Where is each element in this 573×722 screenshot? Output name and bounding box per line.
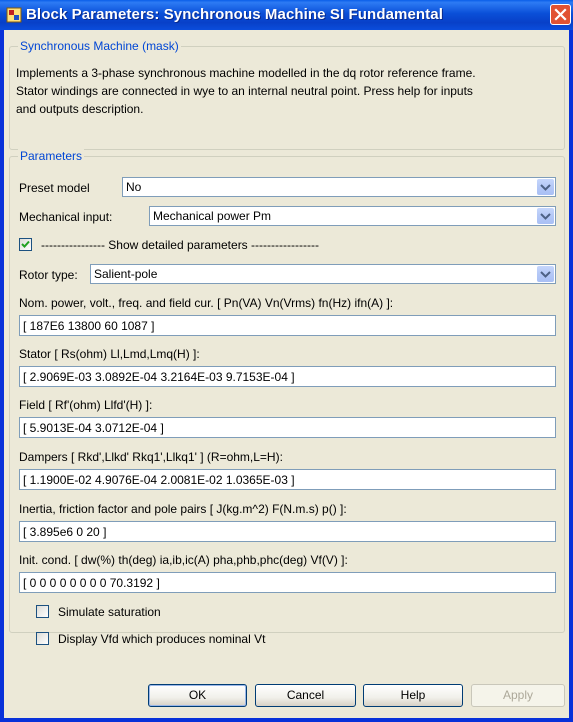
dampers-label: Dampers [ Rkd',Llkd' Rkq1',Llkq1' ] (R=o… [19,450,283,464]
nominal-params-field[interactable]: [ 187E6 13800 60 1087 ] [19,315,556,336]
checkmark-icon [21,240,30,248]
show-detailed-parameters-label: ---------------- Show detailed parameter… [41,238,319,252]
simulate-saturation-checkbox[interactable] [36,605,49,618]
inertia-value: [ 3.895e6 0 20 ] [23,525,107,539]
chevron-down-icon [540,271,551,278]
help-button[interactable]: Help [363,684,463,707]
dropdown-button[interactable] [537,179,554,195]
title-bar[interactable]: Block Parameters: Synchronous Machine SI… [0,0,573,30]
mask-description-line-3: and outputs description. [16,102,144,116]
dialog-client-area: Synchronous Machine (mask) Implements a … [4,30,569,718]
cancel-button[interactable]: Cancel [255,684,356,707]
close-button[interactable] [550,4,571,25]
stator-label: Stator [ Rs(ohm) Ll,Lmd,Lmq(H) ]: [19,347,200,361]
simulink-block-icon [6,7,22,23]
field-winding-value: [ 5.9013E-04 3.0712E-04 ] [23,421,164,435]
close-icon [554,8,567,21]
display-vfd-checkbox[interactable] [36,632,49,645]
rotor-type-dropdown[interactable]: Salient-pole [90,264,556,284]
apply-button[interactable]: Apply [471,684,565,707]
preset-model-value: No [126,180,142,194]
rotor-type-label: Rotor type: [19,268,78,282]
chevron-down-icon [540,213,551,220]
nominal-params-value: [ 187E6 13800 60 1087 ] [23,319,155,333]
inertia-field[interactable]: [ 3.895e6 0 20 ] [19,521,556,542]
stator-field[interactable]: [ 2.9069E-03 3.0892E-04 3.2164E-03 9.715… [19,366,556,387]
dialog-window: Block Parameters: Synchronous Machine SI… [0,0,573,722]
mask-description-line-2: Stator windings are connected in wye to … [16,84,473,98]
chevron-down-icon [540,184,551,191]
nominal-params-label: Nom. power, volt., freq. and field cur. … [19,296,394,310]
dampers-value: [ 1.1900E-02 4.9076E-04 2.0081E-02 1.036… [23,473,295,487]
parameters-group-title: Parameters [18,149,85,163]
show-detailed-parameters-checkbox[interactable] [19,238,32,251]
dampers-field[interactable]: [ 1.1900E-02 4.9076E-04 2.0081E-02 1.036… [19,469,556,490]
initial-conditions-label: Init. cond. [ dw(%) th(deg) ia,ib,ic(A) … [19,553,348,567]
mechanical-input-dropdown[interactable]: Mechanical power Pm [149,206,556,226]
stator-value: [ 2.9069E-03 3.0892E-04 3.2164E-03 9.715… [23,370,295,384]
rotor-type-value: Salient-pole [94,267,158,281]
mask-description-line-1: Implements a 3-phase synchronous machine… [16,66,476,80]
field-winding-label: Field [ Rf'(ohm) Llfd'(H) ]: [19,398,153,412]
preset-model-label: Preset model [19,181,90,195]
simulate-saturation-label: Simulate saturation [58,605,161,619]
initial-conditions-value: [ 0 0 0 0 0 0 0 0 70.3192 ] [23,576,160,590]
dropdown-button[interactable] [537,208,554,224]
initial-conditions-field[interactable]: [ 0 0 0 0 0 0 0 0 70.3192 ] [19,572,556,593]
mechanical-input-label: Mechanical input: [19,210,113,224]
field-winding-field[interactable]: [ 5.9013E-04 3.0712E-04 ] [19,417,556,438]
display-vfd-label: Display Vfd which produces nominal Vt [58,632,266,646]
dropdown-button[interactable] [537,266,554,282]
preset-model-dropdown[interactable]: No [122,177,556,197]
mask-group: Synchronous Machine (mask) Implements a … [9,39,565,150]
window-title: Block Parameters: Synchronous Machine SI… [26,6,443,23]
inertia-label: Inertia, friction factor and pole pairs … [19,502,347,516]
mask-group-title: Synchronous Machine (mask) [18,39,181,53]
ok-button[interactable]: OK [148,684,247,707]
mechanical-input-value: Mechanical power Pm [153,209,272,223]
